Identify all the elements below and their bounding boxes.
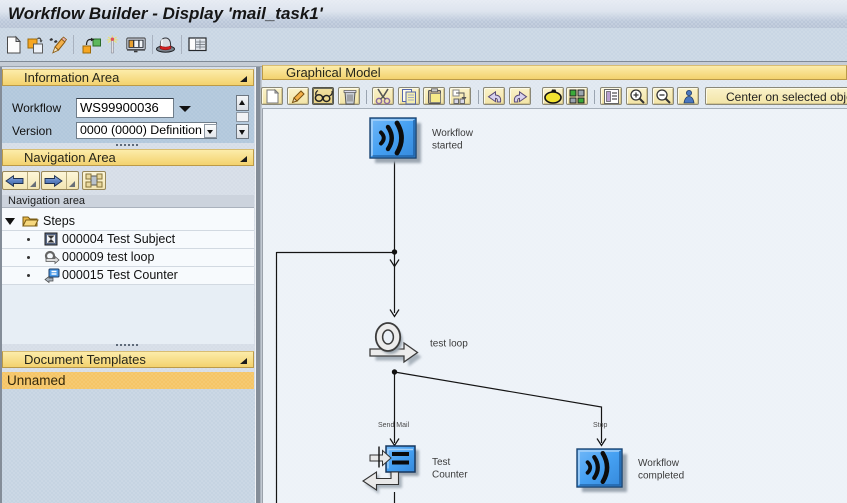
svg-text:started: started <box>432 141 463 152</box>
svg-text:Counter: Counter <box>432 470 468 481</box>
svg-text:Test: Test <box>432 457 451 468</box>
svg-text:Send Mail: Send Mail <box>378 422 410 429</box>
svg-text:Workflow: Workflow <box>432 128 474 139</box>
svg-text:Workflow: Workflow <box>638 458 680 469</box>
svg-text:test loop: test loop <box>430 339 468 350</box>
svg-text:Stop: Stop <box>593 422 608 429</box>
svg-text:completed: completed <box>638 471 684 482</box>
